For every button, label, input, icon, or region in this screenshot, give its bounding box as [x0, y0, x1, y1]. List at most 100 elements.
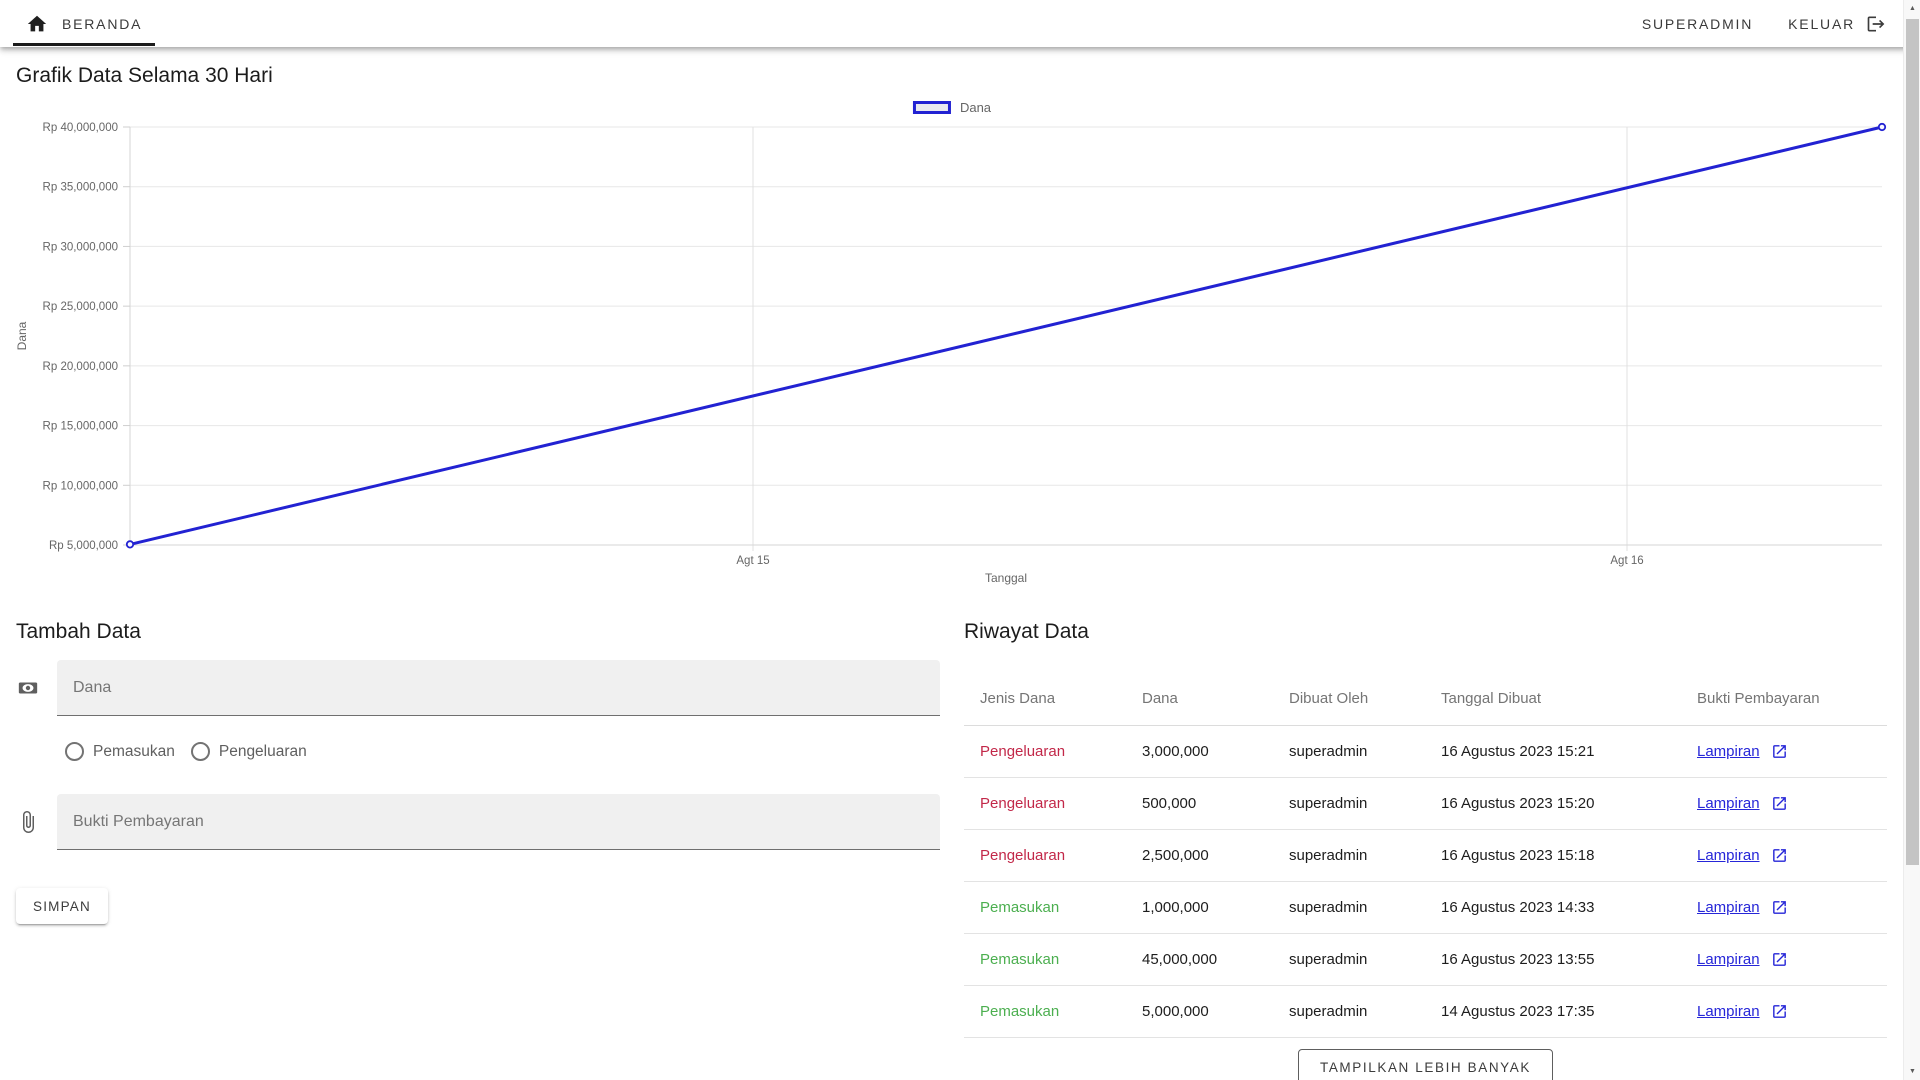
bukti-pembayaran-cell: Lampiran	[1697, 933, 1887, 985]
scrollbar-up-arrow[interactable]: ▲	[1904, 0, 1920, 17]
nav-tab-beranda-label: BERANDA	[62, 16, 142, 32]
jenis-dana-cell: Pengeluaran	[964, 777, 1142, 829]
table-row: Pengeluaran3,000,000superadmin16 Agustus…	[964, 725, 1887, 777]
x-tick: Agt 16	[1610, 555, 1643, 567]
lampiran-link[interactable]: Lampiran	[1697, 795, 1788, 812]
dibuat-oleh-cell: superadmin	[1289, 985, 1441, 1037]
jenis-dana-cell: Pemasukan	[964, 985, 1142, 1037]
bukti-pembayaran-input[interactable]	[57, 794, 940, 850]
external-link-icon	[1771, 795, 1788, 812]
table-row: Pemasukan5,000,000superadmin14 Agustus 2…	[964, 985, 1887, 1037]
scrollbar-thumb[interactable]	[1906, 19, 1919, 865]
top-navbar: BERANDA SUPERADMIN KELUAR	[0, 0, 1920, 47]
dana-cell: 5,000,000	[1142, 985, 1289, 1037]
lampiran-link[interactable]: Lampiran	[1697, 1003, 1788, 1020]
dana-cell: 45,000,000	[1142, 933, 1289, 985]
simpan-button[interactable]: SIMPAN	[16, 888, 108, 924]
tanggal-dibuat-cell: 16 Agustus 2023 13:55	[1441, 933, 1697, 985]
pengeluaran-radio[interactable]	[191, 742, 210, 761]
tanggal-dibuat-cell: 16 Agustus 2023 14:33	[1441, 881, 1697, 933]
superadmin-label: SUPERADMIN	[1642, 16, 1753, 32]
scrollbar-down-arrow[interactable]: ▼	[1904, 1063, 1920, 1080]
y-tick: Rp 20,000,000	[43, 361, 118, 373]
table-row: Pemasukan1,000,000superadmin16 Agustus 2…	[964, 881, 1887, 933]
history-title: Riwayat Data	[964, 620, 1887, 644]
tanggal-dibuat-cell: 16 Agustus 2023 15:20	[1441, 777, 1697, 829]
dana-input[interactable]	[57, 660, 940, 716]
active-tab-indicator	[13, 43, 155, 47]
table-header-row: Jenis Dana Dana Dibuat Oleh Tanggal Dibu…	[964, 673, 1887, 725]
jenis-dana-cell: Pengeluaran	[964, 829, 1142, 881]
dana-series-line	[130, 127, 1882, 544]
more-button-wrap: TAMPILKAN LEBIH BANYAK	[964, 1049, 1887, 1080]
jenis-dana-radio-group: Pemasukan Pengeluaran	[65, 742, 940, 761]
pemasukan-radio-label: Pemasukan	[93, 743, 175, 761]
dibuat-oleh-cell: superadmin	[1289, 881, 1441, 933]
table-row: Pemasukan45,000,000superadmin16 Agustus …	[964, 933, 1887, 985]
y-axis-title: Dana	[16, 321, 29, 350]
dana-cell: 2,500,000	[1142, 829, 1289, 881]
lampiran-link[interactable]: Lampiran	[1697, 743, 1788, 760]
bukti-pembayaran-cell: Lampiran	[1697, 777, 1887, 829]
form-title: Tambah Data	[16, 620, 940, 644]
tambah-data-section: Tambah Data Pemasukan	[16, 620, 940, 1080]
dibuat-oleh-cell: superadmin	[1289, 725, 1441, 777]
table-row: Pengeluaran500,000superadmin16 Agustus 2…	[964, 777, 1887, 829]
x-axis-title: Tanggal	[985, 571, 1027, 585]
bukti-pembayaran-cell: Lampiran	[1697, 829, 1887, 881]
jenis-dana-cell: Pemasukan	[964, 933, 1142, 985]
y-tick: Rp 10,000,000	[43, 480, 118, 492]
logout-label: KELUAR	[1788, 16, 1855, 32]
main-content: Grafik Data Selama 30 Hari Dana	[0, 64, 1903, 1080]
chart-canvas: Rp 40,000,000 Rp 35,000,000 Rp 30,000,00…	[16, 92, 1888, 604]
external-link-icon	[1771, 951, 1788, 968]
col-header-dana: Dana	[1142, 673, 1289, 725]
dibuat-oleh-cell: superadmin	[1289, 933, 1441, 985]
bukti-pembayaran-cell: Lampiran	[1697, 985, 1887, 1037]
jenis-dana-cell: Pemasukan	[964, 881, 1142, 933]
tanggal-dibuat-cell: 16 Agustus 2023 15:18	[1441, 829, 1697, 881]
bukti-pembayaran-cell: Lampiran	[1697, 881, 1887, 933]
dana-field-row	[16, 660, 940, 716]
col-header-dibuat-oleh: Dibuat Oleh	[1289, 673, 1441, 725]
y-tick: Rp 25,000,000	[43, 301, 118, 313]
col-header-tanggal-dibuat: Tanggal Dibuat	[1441, 673, 1697, 725]
logout-icon	[1866, 14, 1886, 34]
tanggal-dibuat-cell: 14 Agustus 2023 17:35	[1441, 985, 1697, 1037]
dibuat-oleh-cell: superadmin	[1289, 829, 1441, 881]
tampilkan-lebih-banyak-button[interactable]: TAMPILKAN LEBIH BANYAK	[1298, 1049, 1553, 1080]
radio-option-pengeluaran[interactable]: Pengeluaran	[191, 742, 307, 761]
y-tick: Rp 40,000,000	[43, 122, 118, 134]
pengeluaran-radio-label: Pengeluaran	[219, 743, 307, 761]
jenis-dana-cell: Pengeluaran	[964, 725, 1142, 777]
dana-cell: 500,000	[1142, 777, 1289, 829]
y-tick: Rp 5,000,000	[49, 540, 118, 552]
vertical-scrollbar: ▲ ▼	[1903, 0, 1920, 1080]
col-header-jenis-dana: Jenis Dana	[964, 673, 1142, 725]
external-link-icon	[1771, 899, 1788, 916]
data-point-start	[127, 541, 133, 547]
lampiran-link[interactable]: Lampiran	[1697, 899, 1788, 916]
bukti-field-row	[16, 794, 940, 850]
paperclip-icon	[16, 810, 40, 834]
pemasukan-radio[interactable]	[65, 742, 84, 761]
logout-button[interactable]: KELUAR	[1788, 14, 1886, 34]
dana-cell: 1,000,000	[1142, 881, 1289, 933]
dana-cell: 3,000,000	[1142, 725, 1289, 777]
navbar-right: SUPERADMIN KELUAR	[1642, 14, 1904, 34]
app-page: BERANDA SUPERADMIN KELUAR Grafik Data Se…	[0, 0, 1920, 1080]
bukti-pembayaran-cell: Lampiran	[1697, 725, 1887, 777]
tanggal-dibuat-cell: 16 Agustus 2023 15:21	[1441, 725, 1697, 777]
money-icon	[16, 677, 40, 699]
dibuat-oleh-cell: superadmin	[1289, 777, 1441, 829]
nav-tab-beranda[interactable]: BERANDA	[16, 0, 152, 47]
riwayat-data-section: Riwayat Data Jenis Dana Dana Dibuat Oleh…	[964, 620, 1887, 1080]
y-tick: Rp 15,000,000	[43, 421, 118, 433]
history-table: Jenis Dana Dana Dibuat Oleh Tanggal Dibu…	[964, 673, 1887, 1038]
lampiran-link[interactable]: Lampiran	[1697, 951, 1788, 968]
superadmin-menu-button[interactable]: SUPERADMIN	[1642, 16, 1753, 32]
home-icon	[26, 13, 48, 35]
lampiran-link[interactable]: Lampiran	[1697, 847, 1788, 864]
radio-option-pemasukan[interactable]: Pemasukan	[65, 742, 175, 761]
table-row: Pengeluaran2,500,000superadmin16 Agustus…	[964, 829, 1887, 881]
